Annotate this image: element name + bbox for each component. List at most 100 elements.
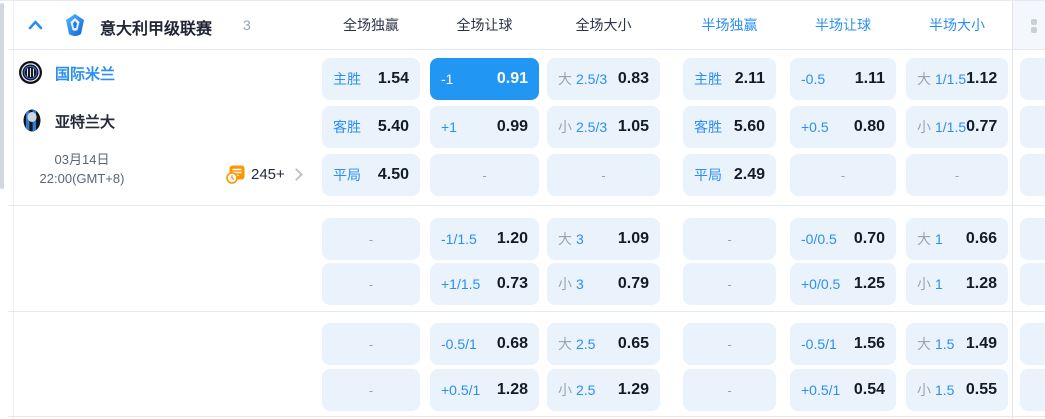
selection-label: 大1 — [917, 229, 943, 249]
odds-cell-empty: - — [683, 369, 776, 411]
odds-value: 2.49 — [733, 166, 765, 183]
selection-label: +0.5/1 — [441, 382, 481, 398]
league-name[interactable]: 意大利甲级联赛 — [100, 15, 212, 39]
column-header-1[interactable]: 全场独赢 — [322, 1, 420, 49]
vertical-scrollbar-thumb[interactable] — [0, 3, 4, 189]
selection-label: +1 — [441, 119, 457, 135]
odds-value: 0.54 — [853, 381, 885, 398]
selection-label: 小3 — [558, 274, 584, 294]
chevron-right-icon — [289, 167, 303, 181]
odds-cell-empty: - — [683, 323, 776, 365]
odds-cell-empty: - — [683, 263, 776, 305]
odds-cell-empty: - — [322, 263, 420, 305]
match-datetime: 03月14日 22:00(GMT+8) — [16, 150, 148, 188]
odds-cell-clipped — [1020, 218, 1045, 260]
home-team-name[interactable]: 国际米兰 — [55, 63, 115, 84]
odds-cell-empty: - — [322, 323, 420, 365]
odds-cell[interactable]: 小 1 1.28 — [906, 263, 1008, 305]
over-under-side: 小 — [917, 382, 931, 398]
odds-cell[interactable]: +0.5/1 0.54 — [790, 369, 896, 411]
odds-cell[interactable]: 小 1/1.5 0.77 — [906, 106, 1008, 148]
column-header-6[interactable]: 半场大小 — [906, 1, 1008, 49]
odds-cell[interactable]: -1/1.5 1.20 — [430, 218, 539, 260]
selection-label: +0/0.5 — [801, 276, 841, 292]
odds-cell[interactable]: 主胜 2.11 — [683, 58, 776, 100]
collapse-league-button[interactable] — [24, 14, 46, 36]
inter-milan-logo — [19, 61, 42, 84]
odds-cell[interactable]: 大 2.5 0.65 — [547, 323, 660, 365]
odds-cell[interactable]: 客胜 5.40 — [322, 106, 420, 148]
serie-a-logo — [66, 14, 84, 36]
over-under-side: 小 — [558, 119, 572, 135]
away-team-name[interactable]: 亚特兰大 — [55, 111, 115, 132]
odds-value: 2.11 — [734, 70, 765, 87]
odds-cell-clipped — [1020, 58, 1045, 100]
over-under-side: 大 — [558, 336, 572, 352]
odds-cell[interactable]: +1/1.5 0.73 — [430, 263, 539, 305]
league-match-count: 3 — [243, 17, 251, 33]
odds-cell-empty: - — [906, 154, 1008, 196]
odds-cell[interactable]: -0.5/1 1.56 — [790, 323, 896, 365]
odds-value: 1.49 — [965, 335, 997, 352]
odds-cell[interactable]: 大 2.5/3 0.83 — [547, 58, 660, 100]
odds-value: 1.09 — [617, 230, 649, 247]
odds-cell[interactable]: -0.5/1 0.68 — [430, 323, 539, 365]
odds-cell[interactable]: 小 2.5 1.29 — [547, 369, 660, 411]
selection-label: 大 1.5 — [917, 334, 954, 354]
odds-cell[interactable]: -1 0.91 — [430, 58, 539, 100]
odds-cell[interactable]: 小 1.5 0.55 — [906, 369, 1008, 411]
selection-label: +1/1.5 — [441, 276, 481, 292]
selection-label: -0/0.5 — [801, 231, 837, 247]
handicap-line: 2.5 — [576, 382, 596, 398]
column-header-4[interactable]: 半场独赢 — [683, 1, 776, 49]
odds-cell[interactable]: +1 0.99 — [430, 106, 539, 148]
odds-cell[interactable]: 平局 4.50 — [322, 154, 420, 196]
odds-table: 意大利甲级联赛 3 国际米兰 亚特兰大 03月14日 22:00(GMT+8) … — [0, 0, 1045, 419]
odds-value: 0.99 — [496, 118, 528, 135]
selection-label: 大3 — [558, 229, 584, 249]
odds-value: 1.56 — [853, 335, 885, 352]
over-under-side: 小 — [917, 119, 931, 135]
handicap-line: 2.5/3 — [576, 71, 608, 87]
selection-label: 主胜 — [333, 71, 361, 87]
over-under-side: 大 — [558, 71, 572, 87]
odds-cell[interactable]: 客胜 5.60 — [683, 106, 776, 148]
column-header-3[interactable]: 全场大小 — [547, 1, 660, 49]
selection-label: -1/1.5 — [441, 231, 477, 247]
handicap-line: 1 — [935, 231, 943, 247]
odds-value: 1.25 — [853, 275, 885, 292]
odds-cell[interactable]: 大 1/1.5 1.12 — [906, 58, 1008, 100]
odds-value: 0.70 — [853, 230, 885, 247]
odds-cell[interactable]: 大 1.5 1.49 — [906, 323, 1008, 365]
selection-label: -0.5 — [801, 71, 826, 87]
odds-value: 1.29 — [617, 381, 649, 398]
odds-cell[interactable]: 大 1 0.66 — [906, 218, 1008, 260]
odds-value: 1.28 — [965, 275, 997, 292]
odds-cell[interactable]: 小 3 0.79 — [547, 263, 660, 305]
chevron-up-icon — [28, 20, 42, 30]
column-header-5[interactable]: 半场让球 — [790, 1, 896, 49]
selection-label: 小 2.5/3 — [558, 117, 607, 137]
card-left-border — [13, 1, 14, 419]
column-header-2[interactable]: 全场让球 — [430, 1, 539, 49]
odds-value: 1.12 — [966, 70, 998, 87]
selection-label: 小 1.5 — [917, 380, 954, 400]
odds-cell[interactable]: 大 3 1.09 — [547, 218, 660, 260]
odds-cell[interactable]: -0.5 1.11 — [790, 58, 896, 100]
odds-cell[interactable]: 小 2.5/3 1.05 — [547, 106, 660, 148]
selection-label: 平局 — [694, 167, 722, 183]
odds-cell[interactable]: 平局 2.49 — [683, 154, 776, 196]
atalanta-logo — [23, 109, 41, 132]
selection-label: 主胜 — [694, 71, 722, 87]
odds-cell[interactable]: -0/0.5 0.70 — [790, 218, 896, 260]
odds-cell[interactable]: +0/0.5 1.25 — [790, 263, 896, 305]
odds-value: 1.11 — [854, 70, 885, 87]
odds-cell[interactable]: 主胜 1.54 — [322, 58, 420, 100]
handicap-line: 2.5 — [576, 336, 596, 352]
handicap-line: 1.5 — [935, 336, 955, 352]
odds-cell[interactable]: +0.5/1 1.28 — [430, 369, 539, 411]
match-date: 03月14日 — [54, 152, 110, 167]
odds-cell[interactable]: +0.5 0.80 — [790, 106, 896, 148]
markets-count: 245+ — [251, 165, 285, 183]
more-markets-button[interactable]: 245+ — [226, 164, 303, 184]
